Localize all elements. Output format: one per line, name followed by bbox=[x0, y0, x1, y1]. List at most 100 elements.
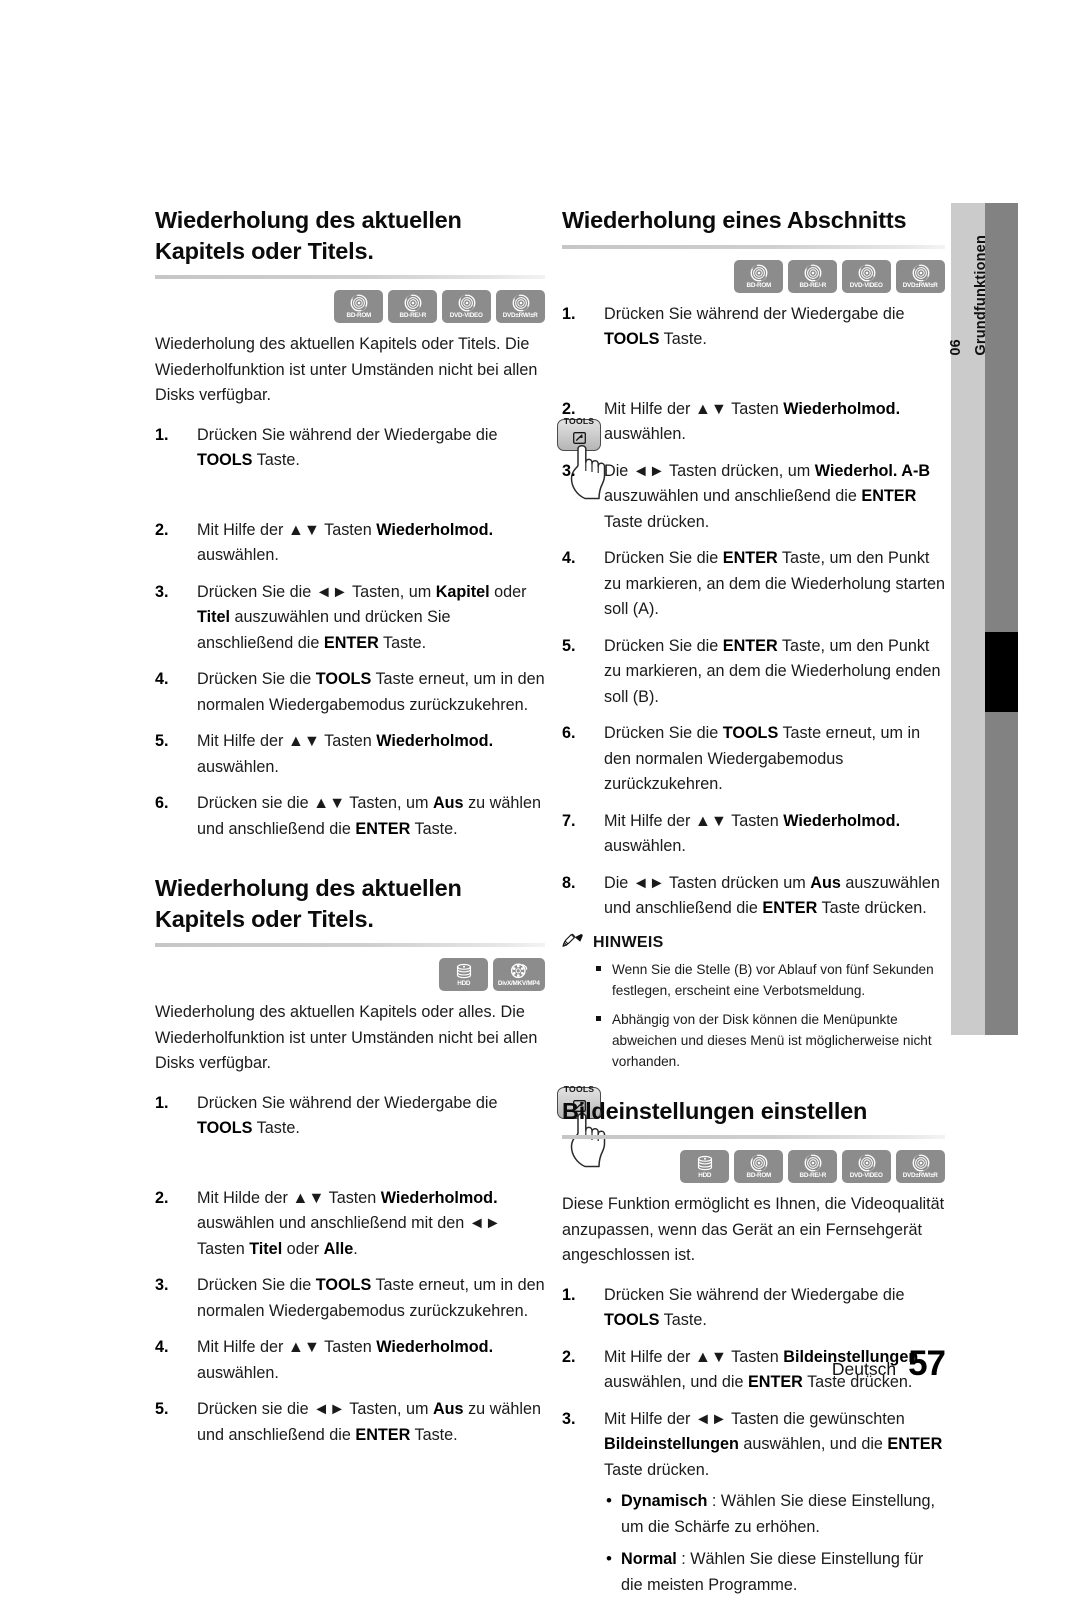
step-text: Mit Hilfe der ▲▼ Tasten bbox=[604, 811, 784, 830]
step-list: 1. Drücken Sie während der Wiedergabe die… bbox=[562, 295, 1006, 922]
emphasis-text: Wiederholmod. bbox=[783, 811, 901, 830]
step-number: 1. bbox=[155, 425, 169, 444]
emphasis-text: ENTER bbox=[887, 1435, 943, 1454]
disc-bd-rom-icon: BD-ROM bbox=[734, 1150, 783, 1184]
emphasis-text: Aus bbox=[432, 1400, 464, 1419]
right-column: Wiederholung eines Abschnitts BD-ROM BD-R… bbox=[562, 205, 1006, 1609]
step-number: 6. bbox=[155, 794, 169, 813]
emphasis-text: Alle bbox=[323, 1239, 354, 1258]
section-heading: Bildeinstellungen einstellen bbox=[562, 1097, 868, 1124]
step-text: Mit Hilfe der ▲▼ Tasten bbox=[604, 1347, 784, 1366]
emphasis-text: TOOLS bbox=[604, 330, 660, 349]
heading-divider bbox=[562, 244, 945, 249]
section-wiederholung-kapitel-titel-1: Wiederholung des aktuellen Kapitels oder… bbox=[155, 205, 606, 842]
emphasis-text: ENTER bbox=[355, 819, 411, 838]
emphasis-text: TOOLS bbox=[315, 1276, 372, 1295]
step-text: auswählen, und die bbox=[738, 1435, 888, 1454]
note-item: Wenn Sie die Stelle (B) vor Ablauf von f… bbox=[596, 959, 945, 1001]
disc-compat-icons: BD-ROM BD-RE/-R DVD-VIDEO DVD±RW/±R bbox=[562, 259, 945, 293]
step-text: Mit Hilfe der ▲▼ Tasten bbox=[197, 732, 377, 751]
step-text: Taste. bbox=[252, 451, 300, 470]
disc-icon-caption: DVD-VIDEO bbox=[449, 312, 483, 320]
step-item: 4. Drücken Sie die TOOLS Taste erneut, um… bbox=[155, 667, 545, 718]
step-text: Drücken sie die ◄► Tasten, um bbox=[197, 1400, 433, 1419]
chapter-tab-label: Grundfunktionen 06 bbox=[947, 203, 989, 1035]
step-text: Taste drücken. bbox=[604, 512, 710, 531]
page-footer: Deutsch 57 bbox=[832, 1344, 946, 1384]
step-text: Drücken Sie die bbox=[197, 670, 316, 689]
emphasis-text: Wiederholmod. bbox=[380, 1188, 498, 1207]
sub-bullet-item: Dynamisch : Wählen Sie diese Einstellung… bbox=[604, 1488, 945, 1540]
step-text: Mit Hilde der ▲▼ Tasten bbox=[197, 1188, 381, 1207]
step-text: Mit Hilfe der ▲▼ Tasten bbox=[197, 1338, 377, 1357]
disc-dvd-video-icon: DVD-VIDEO bbox=[442, 290, 491, 324]
step-item: 5. Drücken sie die ◄► Tasten, um Aus zu w… bbox=[155, 1397, 545, 1448]
step-item: 1. Drücken Sie während der Wiedergabe die… bbox=[562, 1283, 945, 1334]
disc-icon-caption: BD-RE/-R bbox=[799, 1172, 826, 1180]
section-heading: Wiederholung eines Abschnitts bbox=[562, 207, 907, 233]
chapter-number: 06 bbox=[947, 339, 964, 356]
disc-icon-caption: BD-ROM bbox=[746, 1172, 771, 1180]
step-item: 3. Drücken Sie die ◄► Tasten, um Kapitel … bbox=[155, 580, 545, 657]
step-item: 7. Mit Hilfe der ▲▼ Tasten Wiederholmod. … bbox=[562, 809, 945, 860]
chapter-tab-bar bbox=[985, 203, 1018, 1035]
disc-dvd-rw-r-icon: DVD±RW/±R bbox=[896, 1150, 945, 1184]
emphasis-text: ENTER bbox=[722, 549, 778, 568]
step-list: 1. Drücken Sie während der Wiedergabe die… bbox=[155, 1084, 606, 1449]
left-column: Wiederholung des aktuellen Kapitels oder… bbox=[155, 205, 606, 1459]
step-text: auswählen. bbox=[197, 757, 279, 776]
step-item: 3. Mit Hilfe der ◄► Tasten die gewünschte… bbox=[562, 1407, 945, 1599]
step-item: 1. Drücken Sie während der Wiedergabe die… bbox=[155, 1084, 606, 1175]
disc-bd-re-r-icon: BD-RE/-R bbox=[388, 290, 437, 324]
chapter-title: Grundfunktionen bbox=[972, 235, 989, 356]
step-text: Drücken Sie während der Wiedergabe die bbox=[197, 425, 498, 444]
step-number: 2. bbox=[562, 1347, 576, 1366]
step-item: 1. Drücken Sie während der Wiedergabe die… bbox=[155, 416, 606, 507]
emphasis-text: Titel bbox=[197, 608, 230, 627]
disc-icon-caption: HDD bbox=[456, 980, 470, 988]
note-title: HINWEIS bbox=[593, 933, 664, 951]
heading-divider bbox=[155, 275, 545, 280]
step-text: auswählen, und die bbox=[604, 1373, 748, 1392]
disc-hdd-icon: HDD bbox=[680, 1150, 729, 1184]
step-item: 5. Mit Hilfe der ▲▼ Tasten Wiederholmod. … bbox=[155, 729, 545, 780]
step-text: auswählen. bbox=[197, 546, 279, 565]
note-header: HINWEIS bbox=[562, 933, 945, 953]
step-number: 3. bbox=[155, 582, 169, 601]
disc-dvd-rw-r-icon: DVD±RW/±R bbox=[496, 290, 545, 324]
step-text: Mit Hilfe der ▲▼ Tasten bbox=[604, 399, 784, 418]
step-text: Drücken Sie die ◄► Tasten, um bbox=[197, 582, 436, 601]
step-number: 5. bbox=[562, 636, 576, 655]
emphasis-text: ENTER bbox=[861, 487, 917, 506]
emphasis-text: Wiederholmod. bbox=[376, 1338, 494, 1357]
step-list: 1. Drücken Sie während der Wiedergabe die… bbox=[562, 1283, 945, 1599]
disc-bd-rom-icon: BD-ROM bbox=[334, 290, 383, 324]
step-text: Drücken Sie die bbox=[604, 724, 723, 743]
step-text: Taste drücken. bbox=[817, 899, 927, 918]
disc-icon-caption: DVD-VIDEO bbox=[849, 281, 883, 289]
note-item: Abhängig von der Disk können die Menüpun… bbox=[596, 1009, 945, 1072]
disc-bd-re-r-icon: BD-RE/-R bbox=[788, 259, 837, 293]
step-text: auswählen. bbox=[604, 425, 686, 444]
step-text: oder bbox=[282, 1239, 324, 1258]
emphasis-text: Aus bbox=[810, 873, 841, 892]
disc-divx-icon: DivX/MKV/MP4 bbox=[493, 958, 545, 992]
step-text: Mit Hilfe der ▲▼ Tasten bbox=[197, 520, 377, 539]
step-number: 5. bbox=[155, 732, 169, 751]
sub-bullet-list: Dynamisch : Wählen Sie diese Einstellung… bbox=[604, 1488, 945, 1598]
step-item: 6. Drücken sie die ▲▼ Tasten, um Aus zu w… bbox=[155, 791, 545, 842]
step-text: Taste drücken. bbox=[604, 1460, 710, 1479]
emphasis-text: Dynamisch bbox=[621, 1492, 708, 1511]
step-item: 6. Drücken Sie die TOOLS Taste erneut, um… bbox=[562, 721, 945, 798]
sub-bullet-item: Normal : Wählen Sie diese Einstellung fü… bbox=[604, 1546, 945, 1598]
step-number: 1. bbox=[155, 1093, 169, 1112]
emphasis-text: Aus bbox=[432, 794, 464, 813]
step-item: 1. Drücken Sie während der Wiedergabe die… bbox=[562, 295, 1006, 386]
step-text: Taste. bbox=[410, 819, 458, 838]
emphasis-text: ENTER bbox=[748, 1373, 803, 1392]
disc-compat-icons: HDD BD-ROM BD-RE/-R DVD-VIDEO DVD±RW/±R bbox=[562, 1150, 945, 1184]
step-number: 3. bbox=[155, 1276, 169, 1295]
step-number: 2. bbox=[155, 1188, 169, 1207]
step-item: 2. Mit Hilde der ▲▼ Tasten Wiederholmod. … bbox=[155, 1186, 545, 1263]
step-item: 3. Die ◄► Tasten drücken, um Wiederhol. A… bbox=[562, 459, 945, 536]
